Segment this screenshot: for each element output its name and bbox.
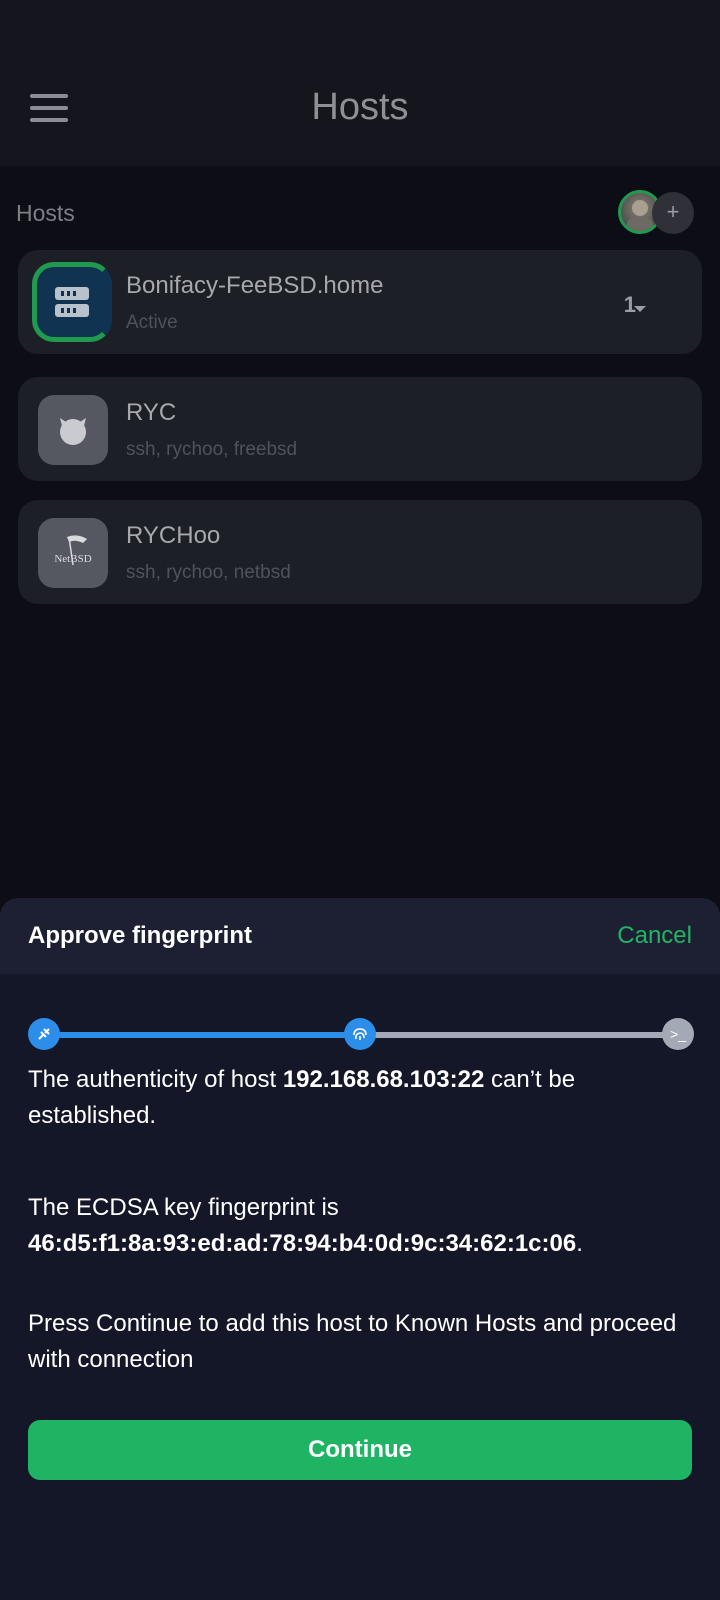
netbsd-logo-text: NetBSD <box>54 553 91 565</box>
fingerprint-icon <box>344 1018 376 1050</box>
host-card-ryc[interactable]: RYC ssh, rychoo, freebsd <box>18 377 702 481</box>
add-member-button[interactable]: + <box>652 192 694 234</box>
page-title: Hosts <box>311 86 409 128</box>
fingerprint-message: The ECDSA key fingerprint is 46:d5:f1:8a… <box>28 1194 583 1257</box>
cancel-button[interactable]: Cancel <box>617 922 692 950</box>
session-count[interactable]: 1 <box>624 292 636 318</box>
host-card-rychoo[interactable]: NetBSD RYCHoo ssh, rychoo, netbsd <box>18 500 702 604</box>
connection-progress: >_ <box>28 1018 694 1052</box>
host-name: Bonifacy-FeeBSD.home <box>126 272 384 299</box>
authenticity-message: The authenticity of host 192.168.68.103:… <box>28 1066 576 1129</box>
plug-icon <box>28 1018 60 1050</box>
host-tags: ssh, rychoo, netbsd <box>126 562 291 583</box>
progress-track-done <box>44 1032 362 1038</box>
terminal-icon: >_ <box>662 1018 694 1050</box>
continue-button[interactable]: Continue <box>28 1420 692 1480</box>
host-name: RYC <box>126 399 177 426</box>
fingerprint-sheet: Approve fingerprint Cancel >_ The authen… <box>0 898 720 1600</box>
server-icon <box>32 262 112 342</box>
host-name: RYCHoo <box>126 522 221 549</box>
host-card-bonifacy[interactable]: Bonifacy-FeeBSD.home Active 1 <box>18 250 702 354</box>
sheet-header: Approve fingerprint Cancel <box>0 898 720 974</box>
continue-instructions: Press Continue to add this host to Known… <box>28 1310 677 1373</box>
progress-track-remaining <box>362 1032 678 1038</box>
app-bar: Hosts <box>0 0 720 166</box>
freebsd-icon <box>38 395 108 465</box>
netbsd-icon: NetBSD <box>38 518 108 588</box>
fingerprint-value: 46:d5:f1:8a:93:ed:ad:78:94:b4:0d:9c:34:6… <box>28 1230 577 1257</box>
chevron-down-icon[interactable] <box>634 306 646 312</box>
host-tags: ssh, rychoo, freebsd <box>126 439 298 460</box>
host-status: Active <box>126 312 178 333</box>
sheet-title: Approve fingerprint <box>28 922 253 949</box>
section-title: Hosts <box>16 200 75 226</box>
host-address: 192.168.68.103:22 <box>282 1066 485 1093</box>
avatar-group[interactable]: + <box>618 190 698 234</box>
